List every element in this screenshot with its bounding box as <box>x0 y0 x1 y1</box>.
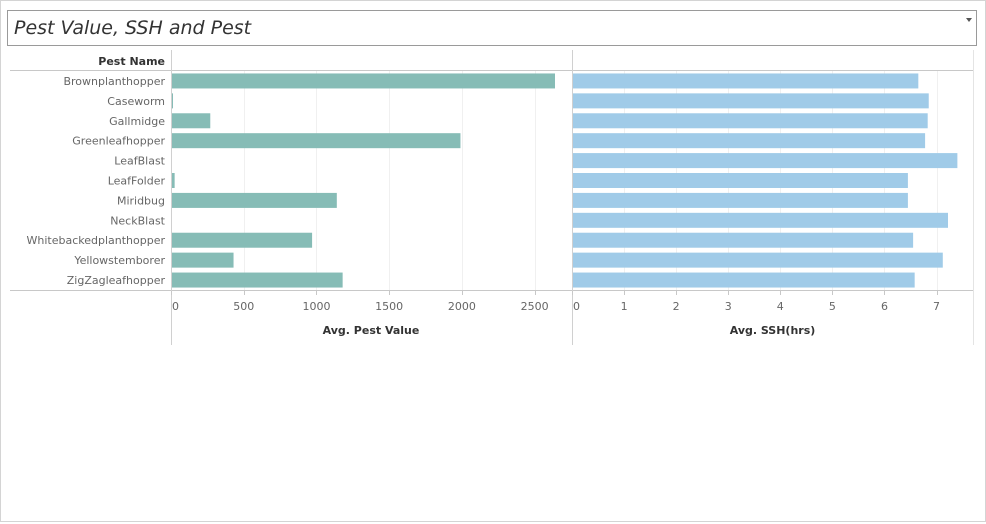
ssh-bar <box>573 192 908 208</box>
pest-axis-title: Avg. Pest Value <box>323 324 420 337</box>
ssh-tick-label: 4 <box>777 300 784 313</box>
category-label: Whitebackedplanthopper <box>26 234 165 247</box>
category-label: NeckBlast <box>110 214 165 227</box>
row-header-label: Pest Name <box>98 55 165 68</box>
pest-tick-label: 1500 <box>375 300 403 313</box>
category-label: Gallmidge <box>109 115 165 128</box>
pest-chart: Pest Name Brownplanthopper Caseworm Gallmid… <box>10 50 974 345</box>
ssh-bar <box>573 252 943 268</box>
pest-tick-label: 2500 <box>521 300 549 313</box>
ssh-bar <box>573 173 908 188</box>
category-label: LeafFolder <box>108 175 166 188</box>
ssh-tick-label: 6 <box>881 300 888 313</box>
ssh-bar <box>573 232 914 248</box>
pest-bar <box>172 272 343 288</box>
pest-tick-label: 500 <box>233 300 254 313</box>
pest-bar <box>172 192 337 208</box>
ssh-bar <box>573 212 949 228</box>
pest-bar <box>172 93 173 109</box>
category-label: ZigZagleafhopper <box>67 274 166 287</box>
pest-tick-label: 1000 <box>302 300 330 313</box>
pest-bar <box>172 252 234 268</box>
pest-bar <box>172 113 211 129</box>
ssh-tick-label: 1 <box>621 300 628 313</box>
pest-tick-label: 0 <box>172 300 179 313</box>
category-label: Yellowstemborer <box>73 254 165 267</box>
pest-bar <box>172 173 175 188</box>
category-label: LeafBlast <box>114 155 165 168</box>
ssh-tick-label: 2 <box>673 300 680 313</box>
category-label: Brownplanthopper <box>63 75 165 88</box>
category-label: Caseworm <box>107 95 165 108</box>
ssh-bar <box>573 73 919 89</box>
ssh-bar <box>573 113 928 129</box>
ssh-tick-label: 5 <box>829 300 836 313</box>
ssh-bar <box>573 153 958 169</box>
pest-tick-label: 2000 <box>448 300 476 313</box>
category-label: Miridbug <box>117 194 165 207</box>
ssh-tick-label: 0 <box>573 300 580 313</box>
ssh-bar <box>573 93 929 109</box>
ssh-bar <box>573 272 915 288</box>
pest-bar <box>172 232 313 248</box>
ssh-bar <box>573 133 926 149</box>
pest-bar <box>172 73 555 89</box>
category-label: Greenleafhopper <box>72 135 165 148</box>
pest-bar <box>172 133 461 149</box>
ssh-tick-label: 3 <box>725 300 732 313</box>
ssh-axis-title: Avg. SSH(hrs) <box>730 324 816 337</box>
ssh-tick-label: 7 <box>933 300 940 313</box>
